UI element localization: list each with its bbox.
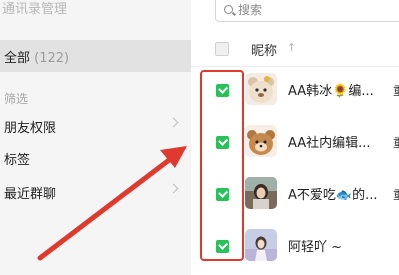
annotation-arrow-icon (37, 146, 187, 261)
